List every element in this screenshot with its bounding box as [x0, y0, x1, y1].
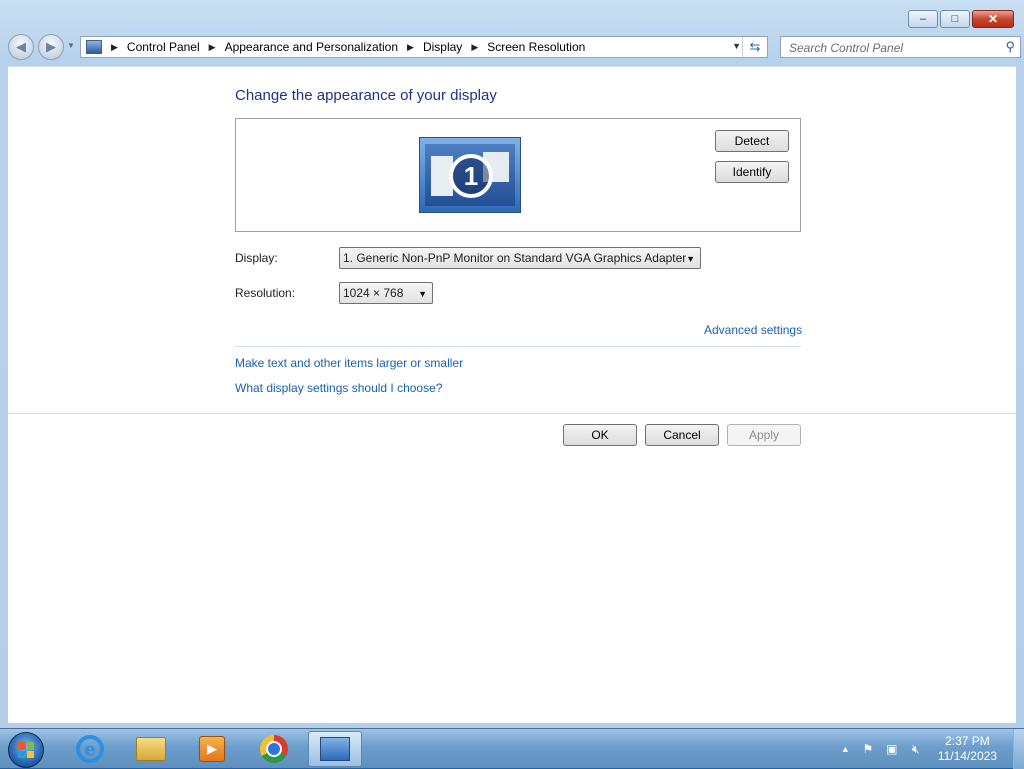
forward-arrow-icon: ▶ [46, 39, 56, 54]
detect-button[interactable]: Detect [715, 130, 789, 152]
apply-button[interactable]: Apply [727, 424, 801, 446]
close-icon: ✕ [987, 12, 999, 26]
network-icon[interactable]: ▣ [884, 741, 900, 757]
breadcrumb-separator-icon[interactable]: ▶ [471, 42, 478, 53]
cancel-button[interactable]: Cancel [645, 424, 719, 446]
breadcrumb-display[interactable]: Display [423, 40, 462, 54]
control-panel-icon [86, 40, 102, 54]
resolution-label: Resolution: [235, 286, 296, 300]
taskbar-screen-resolution[interactable] [308, 731, 362, 767]
divider [235, 346, 801, 347]
back-arrow-icon: ◀ [16, 39, 26, 54]
display-preview-panel: 1 Detect Identify [235, 118, 801, 232]
display-select-value: 1. Generic Non-PnP Monitor on Standard V… [343, 251, 687, 265]
monitor-number-badge: 1 [449, 154, 493, 198]
recent-pages-dropdown-icon[interactable]: ▼ [67, 41, 75, 50]
resolution-select-value: 1024 × 768 [343, 286, 404, 300]
ok-button[interactable]: OK [563, 424, 637, 446]
taskbar-windows-explorer[interactable] [124, 731, 178, 767]
start-button[interactable] [8, 732, 44, 768]
advanced-settings-link[interactable]: Advanced settings [704, 323, 802, 337]
refresh-icon: ⇆ [749, 39, 761, 54]
breadcrumb-control-panel[interactable]: Control Panel [127, 40, 200, 54]
display-label: Display: [235, 251, 278, 265]
search-input[interactable] [787, 38, 991, 58]
minimize-button[interactable]: – [908, 10, 938, 28]
maximize-button[interactable]: □ [940, 10, 970, 28]
breadcrumb-appearance[interactable]: Appearance and Personalization [225, 40, 398, 54]
address-bar[interactable]: ▶ Control Panel ▶ Appearance and Persona… [80, 36, 768, 58]
taskbar: e ▶ ▲ ⚑ ▣ 🔇︎ 2:37 PM 11/14/2023 [0, 728, 1024, 769]
chevron-down-icon: ▼ [418, 289, 427, 299]
chrome-icon [260, 735, 288, 763]
display-settings-help-link[interactable]: What display settings should I choose? [235, 381, 442, 395]
refresh-button[interactable]: ⇆ [742, 37, 767, 57]
volume-muted-icon[interactable]: 🔇︎ [908, 741, 924, 757]
breadcrumb: ▶ Control Panel ▶ Appearance and Persona… [102, 40, 585, 54]
navigation-bar: ◀ ▶ ▼ ▶ Control Panel ▶ Appearance and P… [8, 34, 1021, 60]
control-panel-window: – □ ✕ ◀ ▶ ▼ ▶ Control Panel ▶ Appearance… [0, 0, 1024, 728]
clock-date: 11/14/2023 [937, 749, 997, 763]
address-history-dropdown-icon[interactable]: ▼ [732, 41, 741, 51]
minimize-icon: – [919, 12, 927, 25]
folder-icon [136, 737, 166, 761]
taskbar-chrome[interactable] [247, 731, 301, 767]
content-area: Change the appearance of your display 1 … [8, 66, 1016, 723]
resolution-select[interactable]: 1024 × 768 ▼ [339, 282, 433, 304]
identify-button[interactable]: Identify [715, 161, 789, 183]
internet-explorer-icon: e [76, 735, 104, 763]
windows-logo-icon [18, 742, 34, 758]
clock-time: 2:37 PM [945, 734, 990, 748]
clock[interactable]: 2:37 PM 11/14/2023 [938, 734, 997, 764]
taskbar-internet-explorer[interactable]: e [63, 731, 117, 767]
caption-buttons: – □ ✕ [908, 10, 1014, 28]
display-settings-icon [320, 737, 350, 761]
back-button[interactable]: ◀ [8, 34, 34, 60]
monitor-1-thumbnail[interactable]: 1 [419, 137, 521, 213]
breadcrumb-separator-icon[interactable]: ▶ [407, 42, 414, 53]
breadcrumb-separator-icon[interactable]: ▶ [111, 42, 118, 53]
close-button[interactable]: ✕ [972, 10, 1014, 28]
display-select[interactable]: 1. Generic Non-PnP Monitor on Standard V… [339, 247, 701, 269]
chevron-down-icon: ▼ [686, 254, 695, 264]
breadcrumb-separator-icon[interactable]: ▶ [209, 42, 216, 53]
forward-button[interactable]: ▶ [38, 34, 64, 60]
footer-divider [8, 413, 1016, 414]
media-player-icon: ▶ [199, 736, 225, 762]
breadcrumb-screen-resolution[interactable]: Screen Resolution [487, 40, 585, 54]
system-tray: ▲ ⚑ ▣ 🔇︎ 2:37 PM 11/14/2023 [841, 729, 1024, 769]
page-title: Change the appearance of your display [235, 87, 497, 104]
show-desktop-button[interactable] [1013, 729, 1024, 769]
monitor-screen: 1 [425, 144, 515, 206]
text-size-link[interactable]: Make text and other items larger or smal… [235, 356, 463, 370]
taskbar-media-player[interactable]: ▶ [185, 731, 239, 767]
search-box[interactable]: ⚲ [780, 36, 1021, 58]
maximize-icon: □ [951, 12, 959, 25]
action-center-flag-icon[interactable]: ⚑ [860, 741, 876, 757]
search-icon[interactable]: ⚲ [1005, 39, 1015, 55]
show-hidden-icons-icon[interactable]: ▲ [841, 744, 850, 754]
